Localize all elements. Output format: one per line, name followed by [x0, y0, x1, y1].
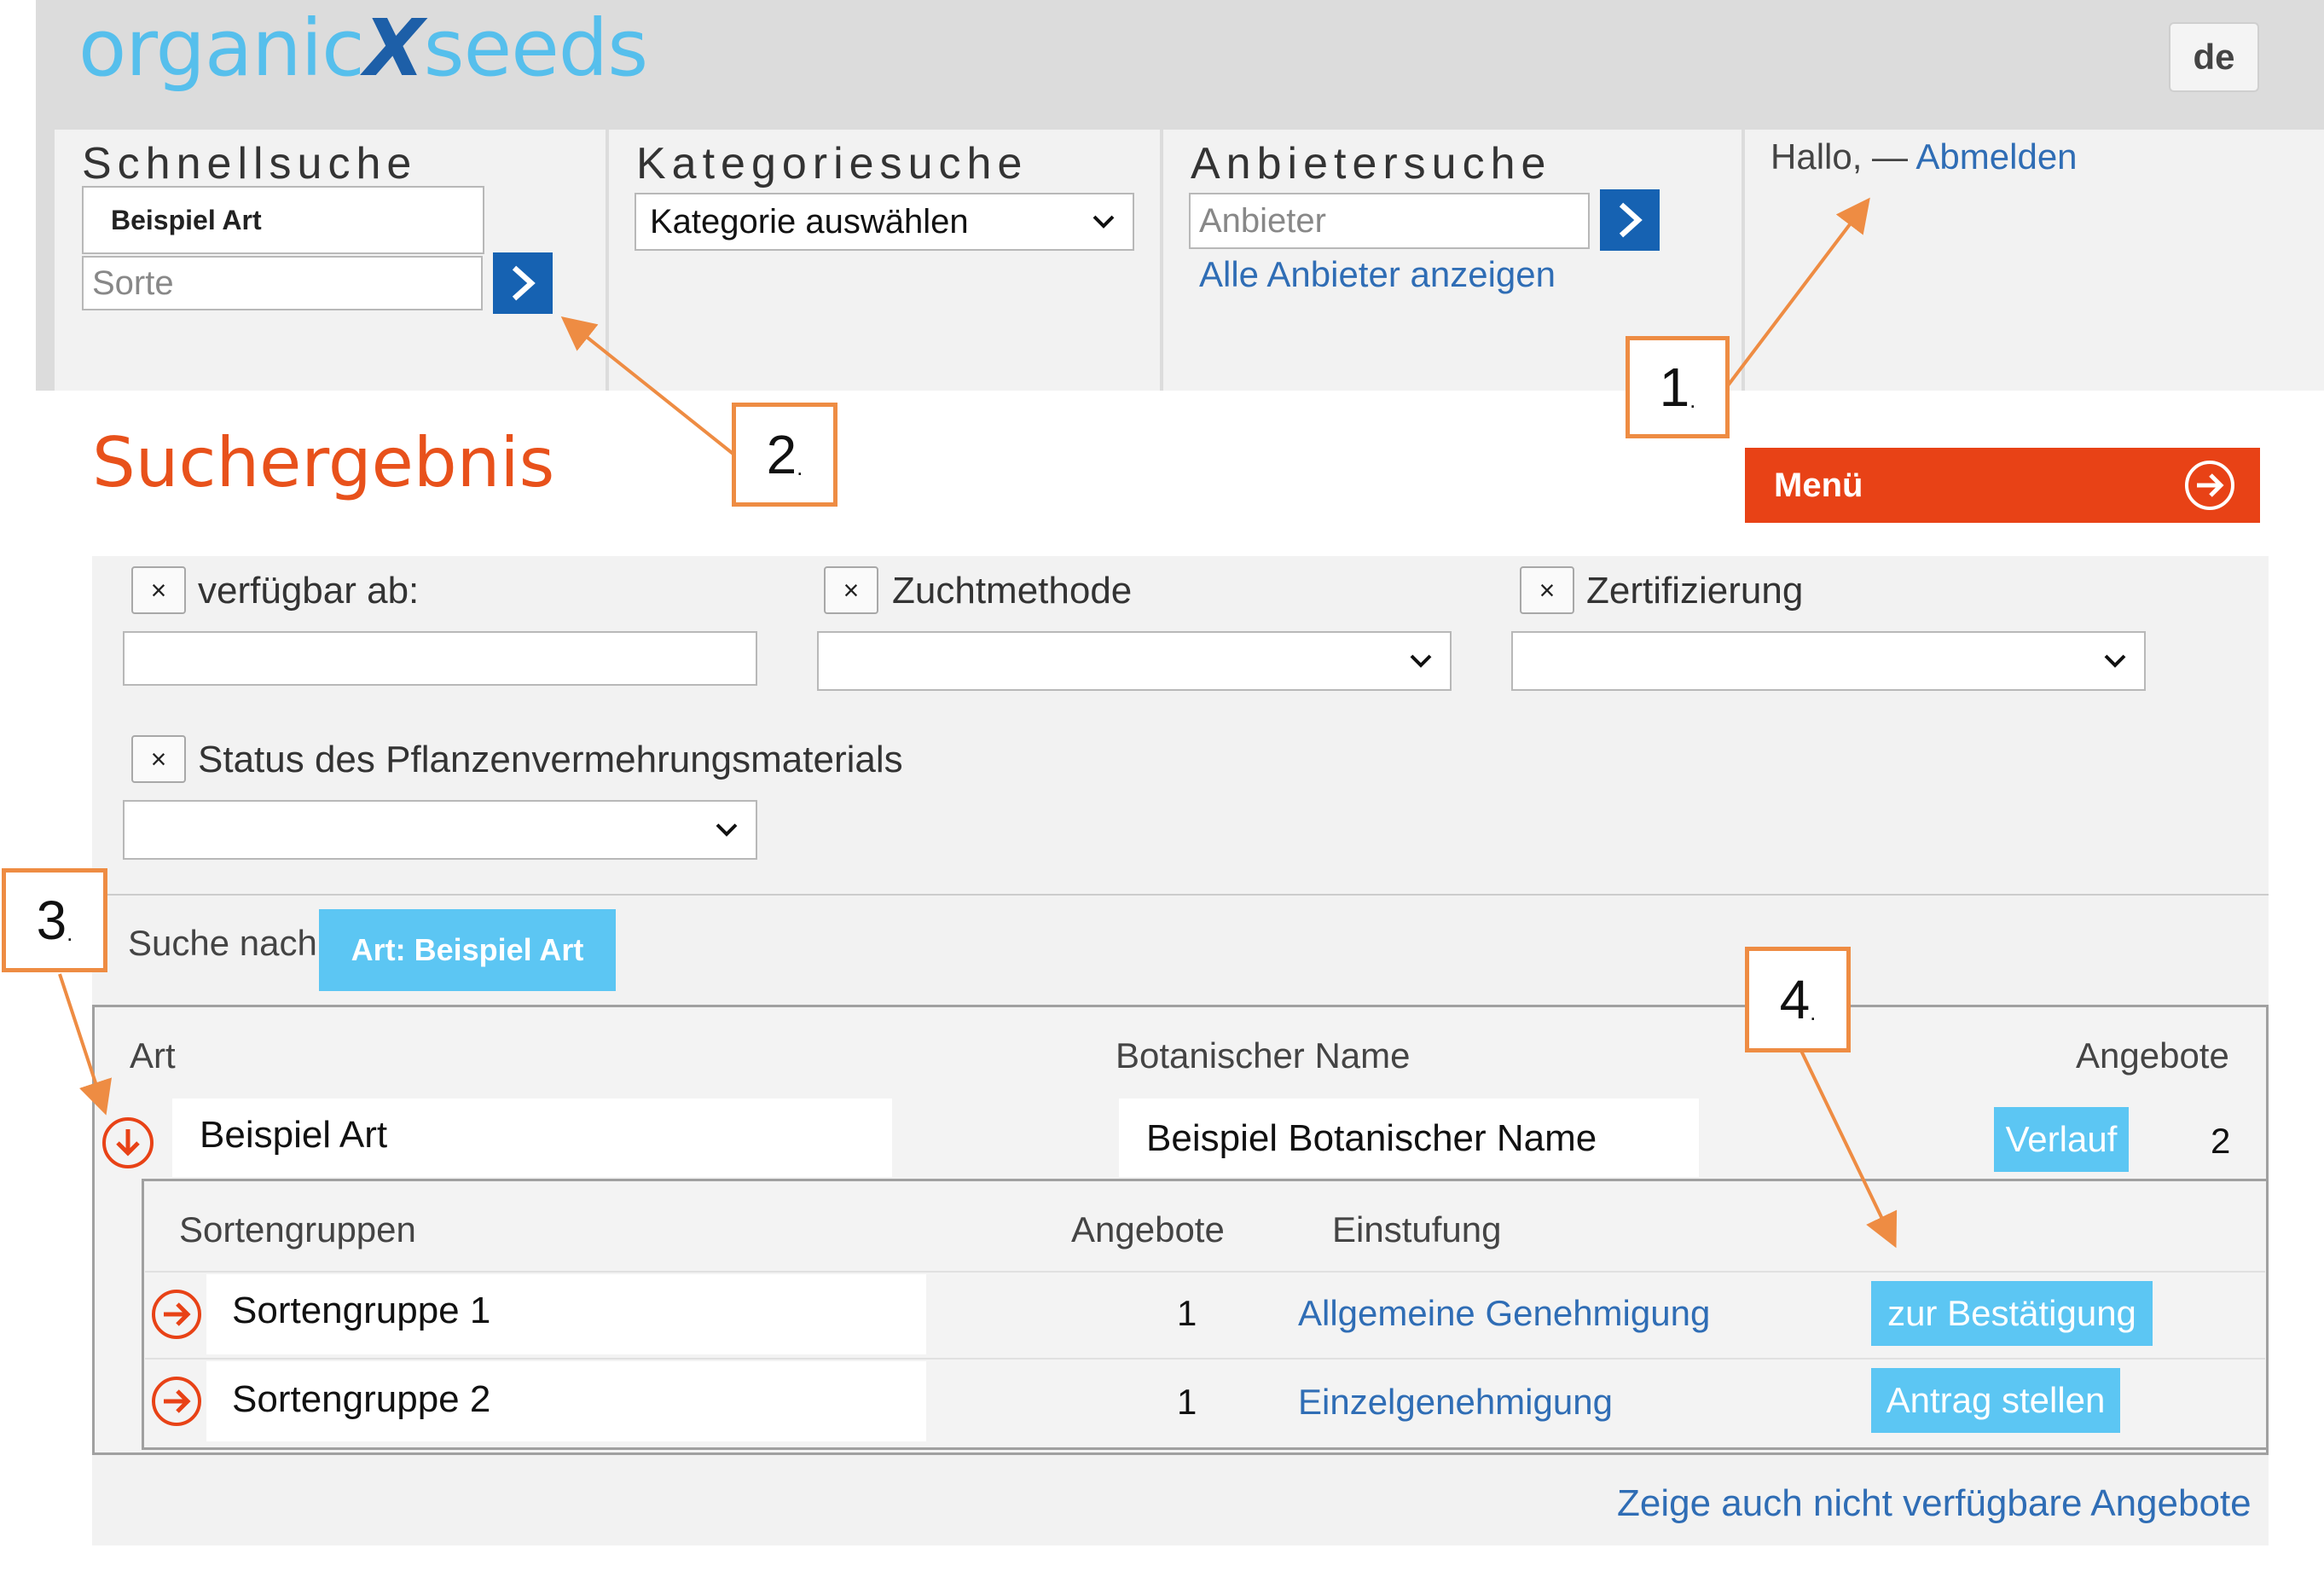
- chevron-right-icon: [512, 265, 536, 301]
- column-header-rating: Einstufung: [1332, 1209, 1502, 1249]
- available-from-input[interactable]: [123, 631, 757, 686]
- logout-link[interactable]: Abmelden: [1915, 136, 2077, 177]
- provider-search-title: Anbietersuche: [1191, 139, 1552, 188]
- show-unavailable-offers-link[interactable]: Zeige auch nicht verfügbare Angebote: [1617, 1482, 2252, 1525]
- page-title: Suchergebnis: [92, 423, 555, 502]
- column-header-botanical-name: Botanischer Name: [1116, 1035, 1411, 1075]
- rating-link[interactable]: Allgemeine Genehmigung: [1298, 1293, 1710, 1334]
- annotation-1-number: 1: [1659, 357, 1690, 418]
- annotation-3: 3.: [2, 868, 107, 972]
- breeding-method-label: Zuchtmethode: [892, 570, 1133, 612]
- variety-placeholder: Sorte: [92, 264, 174, 302]
- annotation-2-dot: .: [797, 454, 803, 480]
- category-select[interactable]: Kategorie auswählen: [635, 193, 1134, 251]
- species-input[interactable]: Beispiel Art: [82, 186, 484, 254]
- offers-count: 2: [2211, 1121, 2231, 1161]
- logo[interactable]: organicXseeds: [78, 2, 648, 96]
- language-button[interactable]: de: [2169, 22, 2259, 92]
- row-separator: [145, 1358, 2265, 1360]
- chevron-down-icon: [1092, 215, 1115, 229]
- annotation-3-number: 3: [36, 890, 67, 951]
- botanical-name: Beispiel Botanischer Name: [1146, 1117, 1597, 1159]
- show-all-providers-link[interactable]: Alle Anbieter anzeigen: [1199, 254, 1556, 295]
- filter-divider: [92, 894, 2269, 896]
- certification-label: Zertifizierung: [1586, 570, 1804, 612]
- quick-search-button[interactable]: [493, 252, 553, 314]
- propagation-status-select[interactable]: [123, 800, 757, 860]
- logo-text-organic: organic: [78, 3, 365, 94]
- propagation-status-label: Status des Pflanzenvermehrungsmaterials: [198, 739, 903, 780]
- annotation-1: 1.: [1626, 336, 1730, 438]
- column-header-species: Art: [130, 1035, 176, 1075]
- logo-text-x: X: [363, 3, 425, 94]
- annotation-4-dot: .: [1810, 999, 1817, 1025]
- category-select-value: Kategorie auswählen: [650, 202, 969, 241]
- remove-certification-filter[interactable]: ×: [1520, 566, 1574, 614]
- remove-breeding-method-filter[interactable]: ×: [824, 566, 878, 614]
- column-header-sub-offers: Angebote: [1071, 1209, 1225, 1249]
- user-greeting-line: Hallo, — Abmelden: [1771, 136, 2078, 177]
- certification-select[interactable]: [1511, 631, 2146, 691]
- chevron-down-icon: [1410, 654, 1432, 668]
- circle-arrow-right-icon: [2185, 461, 2234, 510]
- quick-search-panel: Schnellsuche Beispiel Art Sorte: [55, 130, 606, 391]
- logo-text-seeds: seeds: [423, 3, 648, 94]
- category-search-panel: Kategoriesuche Kategorie auswählen: [609, 130, 1160, 391]
- confirm-button[interactable]: zur Bestätigung: [1871, 1281, 2153, 1346]
- breeding-method-select[interactable]: [817, 631, 1452, 691]
- variety-input[interactable]: Sorte: [82, 256, 483, 310]
- chevron-down-icon: [2104, 654, 2126, 668]
- row-separator: [145, 1271, 2265, 1273]
- column-header-variety-groups: Sortengruppen: [179, 1209, 416, 1249]
- circle-arrow-right-icon[interactable]: [148, 1373, 205, 1429]
- provider-input[interactable]: Anbieter: [1189, 193, 1590, 249]
- remove-propagation-status-filter[interactable]: ×: [131, 735, 186, 783]
- quick-search-title: Schnellsuche: [82, 139, 418, 188]
- chevron-down-icon: [716, 823, 738, 837]
- circle-arrow-down-icon[interactable]: [99, 1114, 157, 1172]
- search-tag[interactable]: Art: Beispiel Art: [319, 909, 616, 991]
- annotation-4: 4.: [1745, 947, 1851, 1052]
- chevron-right-icon: [1619, 202, 1643, 238]
- rating-link[interactable]: Einzelgenehmigung: [1298, 1382, 1613, 1423]
- submit-application-button[interactable]: Antrag stellen: [1871, 1368, 2120, 1433]
- available-from-label: verfügbar ab:: [198, 570, 420, 612]
- column-header-offers: Angebote: [2076, 1035, 2229, 1075]
- variety-group-offers: 1: [1177, 1293, 1197, 1333]
- user-panel: Hallo, — Abmelden: [1745, 130, 2324, 391]
- annotation-2-number: 2: [766, 424, 797, 485]
- search-for-label: Suche nach: [128, 923, 317, 963]
- variety-group-name[interactable]: Sortengruppe 2: [232, 1378, 490, 1421]
- provider-search-button[interactable]: [1600, 189, 1660, 251]
- annotation-2: 2.: [732, 403, 837, 507]
- history-button[interactable]: Verlauf: [1994, 1107, 2129, 1172]
- category-search-title: Kategoriesuche: [636, 139, 1029, 188]
- menu-button[interactable]: Menü: [1745, 448, 2260, 523]
- remove-available-from-filter[interactable]: ×: [131, 566, 186, 614]
- circle-arrow-right-icon[interactable]: [148, 1286, 205, 1342]
- user-greeting: Hallo, —: [1771, 136, 1909, 177]
- annotation-3-dot: .: [67, 919, 73, 946]
- variety-group-name[interactable]: Sortengruppe 1: [232, 1290, 490, 1332]
- annotation-1-dot: .: [1689, 386, 1696, 413]
- provider-placeholder: Anbieter: [1199, 201, 1326, 240]
- variety-group-offers: 1: [1177, 1382, 1197, 1422]
- species-name[interactable]: Beispiel Art: [200, 1114, 387, 1157]
- annotation-4-number: 4: [1779, 969, 1811, 1030]
- menu-button-label: Menü: [1774, 466, 1863, 504]
